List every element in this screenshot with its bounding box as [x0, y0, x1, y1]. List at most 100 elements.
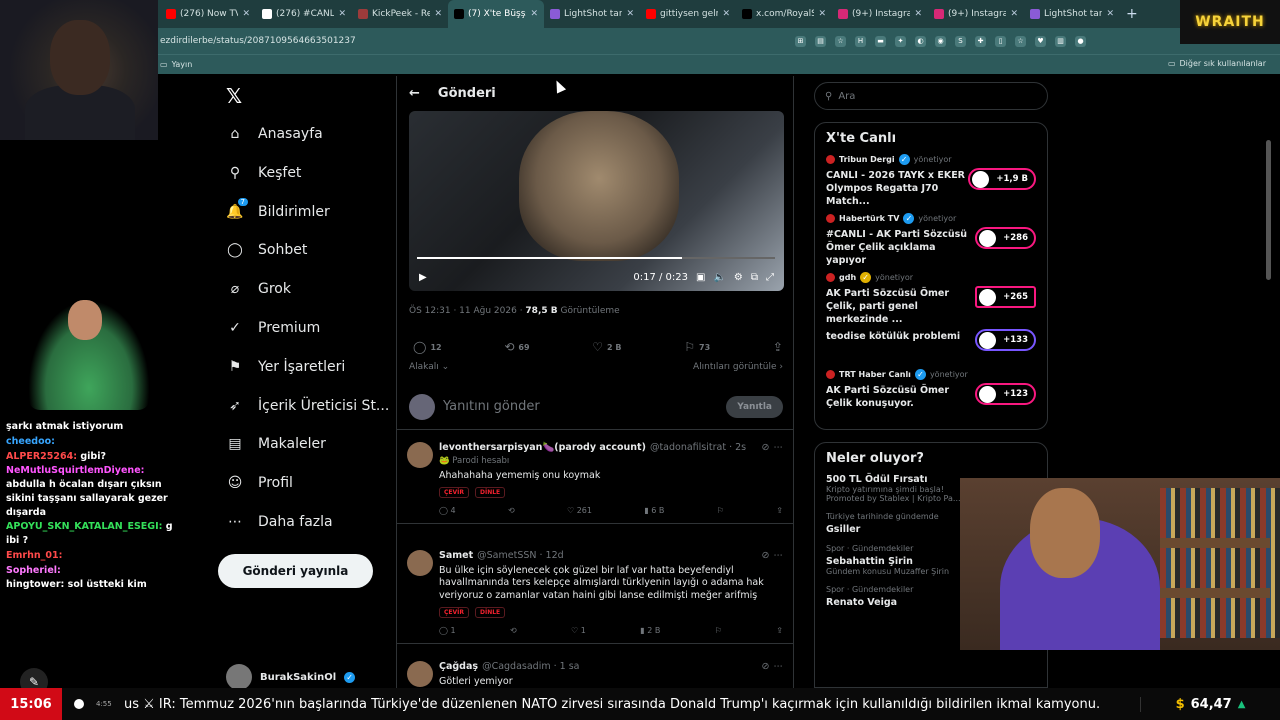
close-tab-icon[interactable]: ✕ [1106, 9, 1114, 19]
repost-icon[interactable]: ⟲ [510, 626, 517, 635]
sidebar-item[interactable]: ✓ Premium [226, 312, 320, 344]
sidebar-item[interactable]: ☺ Profil [226, 467, 293, 499]
browser-tab[interactable]: LightShot tarafın✕ [1024, 0, 1120, 28]
settings-icon[interactable]: ⚙ [734, 272, 743, 283]
views-icon[interactable]: ▮ 2 B [640, 626, 660, 635]
search-input[interactable]: ⚲ Ara [814, 82, 1048, 110]
close-tab-icon[interactable]: ✕ [434, 9, 442, 19]
url-text[interactable]: ezdirdilerbe/status/2087109564663501237 [160, 36, 720, 46]
reply-icon[interactable]: ◯ 4 [439, 506, 456, 515]
close-tab-icon[interactable]: ✕ [914, 9, 922, 19]
reply-button[interactable]: Yanıtla [726, 395, 783, 418]
extension-icon[interactable]: ◉ [935, 35, 946, 47]
reply-tweet[interactable]: Samet @SametSSN · 12d ⊘ ⋯ Bu ülke için söyle… [397, 542, 793, 645]
listen-button[interactable]: DİNLE [475, 607, 506, 619]
sidebar-item[interactable]: ⌀ Grok [226, 273, 291, 305]
bookmark-icon[interactable]: ⚐ [715, 626, 722, 635]
view-quotes-link[interactable]: Alıntıları görüntüle › [693, 362, 783, 372]
close-tab-icon[interactable]: ✕ [1010, 9, 1018, 19]
pip-icon[interactable]: ⧉ [751, 272, 758, 283]
live-item[interactable]: TRT Haber Canlı ✓ yönetiyor AK Parti Sözcüs… [826, 369, 1036, 428]
avatar-icon[interactable]: ● [1075, 35, 1086, 47]
sidebar-item[interactable]: ⚑ Yer İşaretleri [226, 351, 346, 383]
x-logo-icon[interactable]: 𝕏 [226, 84, 242, 108]
share-action[interactable]: ⇪ [773, 340, 783, 354]
browser-tab[interactable]: (276) Now TV'de✕ [160, 0, 256, 28]
sidebar-item[interactable]: 🔔 7 Bildirimler [226, 196, 330, 228]
page-scrollbar[interactable] [1266, 140, 1271, 280]
browser-tab[interactable]: KickPeek - Real-ti✕ [352, 0, 448, 28]
bookmark-item[interactable]: ▭ Yayın [160, 60, 192, 69]
live-item[interactable]: gdh ✓ yönetiyor AK Parti Sözcüsü Ömer Çelik… [826, 272, 1036, 331]
sidebar-item[interactable]: ➶ İçerik Üreticisi St... [226, 390, 389, 422]
bookmark-icon[interactable]: ⚐ [717, 506, 724, 515]
live-item[interactable]: teodise kötülük problemi +133 [826, 329, 1036, 369]
close-tab-icon[interactable]: ✕ [530, 9, 538, 19]
browser-tab[interactable]: (7) X'te Büşşşş✕ [448, 0, 544, 28]
browser-tab[interactable]: (276) #CANLI ✕ [256, 0, 352, 28]
collections-icon[interactable]: ▥ [1055, 35, 1066, 47]
extension-icon[interactable]: H [855, 35, 866, 47]
extension-icon[interactable]: ✦ [895, 35, 906, 47]
close-tab-icon[interactable]: ✕ [818, 9, 826, 19]
reader-icon[interactable]: ▤ [815, 35, 826, 47]
back-arrow-icon[interactable]: ← [409, 86, 420, 101]
other-bookmarks[interactable]: ▭ Diğer sık kullanılanlar [1168, 59, 1266, 68]
close-tab-icon[interactable]: ✕ [626, 9, 634, 19]
grok-icon[interactable]: ⊘ [762, 661, 770, 672]
heart-icon[interactable]: ♡ 1 [571, 626, 586, 635]
browser-tab[interactable]: (9+) Instagram✕ [928, 0, 1024, 28]
close-tab-icon[interactable]: ✕ [722, 9, 730, 19]
translate-button[interactable]: ÇEVİR [439, 607, 469, 619]
grok-icon[interactable]: ⊘ [762, 550, 770, 561]
browser-tab[interactable]: LightShot tarafın✕ [544, 0, 640, 28]
more-icon[interactable]: ⋯ [774, 442, 784, 453]
sidebar-item[interactable]: ⋯ Daha fazla [226, 506, 333, 538]
close-tab-icon[interactable]: ✕ [338, 9, 346, 19]
heart-icon[interactable]: ♡ 261 [567, 506, 592, 515]
listen-button[interactable]: DİNLE [475, 487, 506, 499]
live-item[interactable]: Habertürk TV ✓ yönetiyor #CANLI - AK Parti … [826, 213, 1036, 272]
reply-icon[interactable]: ◯ 1 [439, 626, 456, 635]
video-progress[interactable] [417, 257, 775, 259]
health-icon[interactable]: ♥ [1035, 35, 1046, 47]
sidebar-icon[interactable]: ▯ [995, 35, 1006, 47]
repost-action[interactable]: ⟲ 69 [504, 340, 529, 354]
browser-tab[interactable]: x.com/RoyalSerif✕ [736, 0, 832, 28]
repost-icon[interactable]: ⟲ [508, 506, 515, 515]
translate-button[interactable]: ÇEVİR [439, 487, 469, 499]
account-switcher[interactable]: BurakSakinOl ✓ [226, 664, 356, 690]
browser-tab[interactable]: (9+) Instagram✕ [832, 0, 928, 28]
puzzle-icon[interactable]: ✚ [975, 35, 986, 47]
extension-icon[interactable]: ▬ [875, 35, 886, 47]
reply-action[interactable]: ◯ 12 [413, 340, 442, 354]
post-button[interactable]: Gönderi yayınla [218, 554, 373, 588]
new-tab-icon[interactable]: + [1126, 6, 1138, 22]
browser-tab[interactable]: gittiysen gelme✕ [640, 0, 736, 28]
close-tab-icon[interactable]: ✕ [242, 9, 250, 19]
relevance-dropdown[interactable]: Alakalı ⌄ [409, 362, 449, 372]
sidebar-item[interactable]: ▤ Makaleler [226, 428, 326, 460]
share-icon[interactable]: ⇪ [776, 626, 783, 635]
bookmark-action[interactable]: ⚐ 73 [684, 340, 710, 354]
extension-icon[interactable]: S [955, 35, 966, 47]
sidebar-item[interactable]: ⚲ Keşfet [226, 157, 302, 189]
extension-icon[interactable]: ◐ [915, 35, 926, 47]
reply-tweet[interactable]: Çağdaş @Cagdasadim · 1 sa ⊘ ⋯ Götleri yemiyo… [397, 653, 793, 688]
video-player[interactable]: ▶ 0:17 / 0:23 ▣ 🔈 ⚙ ⧉ ⤢ [409, 111, 784, 291]
play-icon[interactable]: ▶ [419, 272, 427, 283]
like-action[interactable]: ♡ 2 B [592, 340, 621, 354]
live-item[interactable]: Tribun Dergi ✓ yönetiyor CANLI - 2026 TAYK … [826, 154, 1036, 213]
sidebar-item[interactable]: ◯ Sohbet [226, 234, 307, 266]
reply-tweet[interactable]: levonthersarpisyan🍆(parody account) @tado… [397, 434, 793, 525]
sidebar-item[interactable]: ⌂ Anasayfa [226, 118, 323, 150]
share-icon[interactable]: ⇪ [776, 506, 783, 515]
grok-icon[interactable]: ⊘ [762, 442, 770, 453]
fullscreen-icon[interactable]: ⤢ [766, 272, 774, 283]
reply-input[interactable]: Yanıtını gönder [443, 399, 718, 414]
address-bar[interactable]: ezdirdilerbe/status/2087109564663501237 … [0, 28, 1280, 54]
views-icon[interactable]: ▮ 6 B [644, 506, 664, 515]
volume-icon[interactable]: 🔈 [713, 272, 725, 283]
translate-icon[interactable]: ⊞ [795, 35, 806, 47]
star-icon[interactable]: ☆ [835, 35, 846, 47]
